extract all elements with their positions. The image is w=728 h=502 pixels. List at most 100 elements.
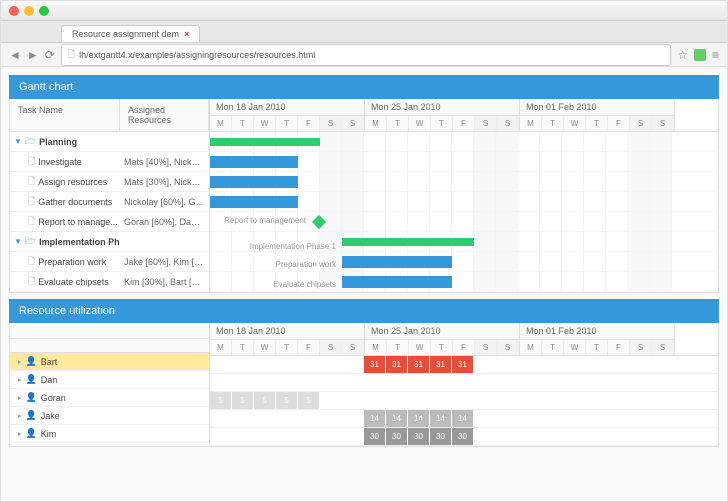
day-cell: M [365, 340, 387, 355]
gantt-bar[interactable]: Evaluate chipsets [342, 276, 452, 288]
resource-row[interactable]: ▸👤Bart [10, 353, 209, 371]
gantt-row[interactable] [210, 152, 718, 172]
col-resources[interactable]: Assigned Resources [120, 99, 209, 131]
util-cell [540, 392, 562, 409]
resource-row[interactable]: ▸👤Jake [10, 407, 209, 425]
gantt-bar[interactable] [210, 138, 320, 146]
task-row[interactable]: ▼🗁Planning [10, 132, 209, 152]
gantt-row[interactable]: Implementation Phase 1 [210, 232, 718, 252]
task-resources-cell: Nickolay [60%], Gora... [120, 197, 209, 207]
util-cell [320, 356, 342, 373]
expand-icon[interactable]: ▸ [18, 358, 22, 366]
util-cell [540, 374, 562, 391]
util-cell [386, 374, 408, 391]
util-cell [540, 356, 562, 373]
tab-close-icon[interactable]: × [184, 29, 189, 39]
back-icon[interactable]: ◄ [9, 48, 21, 62]
util-cell [584, 410, 606, 427]
gantt-row[interactable] [210, 172, 718, 192]
gantt-bar[interactable] [210, 176, 298, 188]
task-resources-cell: Mats [30%], Nickolay ... [120, 177, 209, 187]
person-icon: 👤 [26, 374, 37, 385]
day-cell: S [320, 116, 342, 131]
browser-tab[interactable]: Resource assignment dem × [61, 25, 200, 42]
task-name-cell: 🗋Evaluate chipsets [10, 274, 120, 290]
minimize-icon[interactable] [24, 6, 34, 16]
week-group: Mon 25 Jan 2010MTWTFSS [365, 99, 520, 131]
util-cell [474, 410, 496, 427]
task-row[interactable]: 🗋Assign resourcesMats [30%], Nickolay ..… [10, 172, 209, 192]
util-cells-row: 1414141414 [210, 410, 718, 428]
resource-row[interactable]: ▸👤Goran [10, 389, 209, 407]
close-icon[interactable] [9, 6, 19, 16]
resource-row[interactable]: ▸👤Kim [10, 425, 209, 443]
util-cell [518, 374, 540, 391]
extension-icon[interactable] [694, 49, 706, 61]
menu-icon[interactable]: ≡ [712, 48, 719, 62]
maximize-icon[interactable] [39, 6, 49, 16]
expand-icon[interactable]: ▼ [14, 237, 22, 246]
week-label: Mon 18 Jan 2010 [210, 323, 364, 340]
util-cells-row: 3030303030 [210, 428, 718, 446]
url-text: lh/extgantt4.x/examples/assigningresourc… [79, 50, 315, 60]
util-cells-row: 55555 [210, 392, 718, 410]
day-cell: M [210, 116, 232, 131]
util-cell [276, 374, 298, 391]
expand-icon[interactable]: ▸ [18, 394, 22, 402]
person-icon: 👤 [26, 428, 37, 439]
gantt-bar[interactable]: Implementation Phase 1 [342, 238, 474, 246]
expand-icon[interactable]: ▸ [18, 376, 22, 384]
day-cell: S [630, 116, 652, 131]
day-cell: S [630, 340, 652, 355]
gantt-row[interactable] [210, 192, 718, 212]
task-resources-cell: Jake [60%], Kim [50%... [120, 257, 209, 267]
milestone-icon[interactable] [312, 215, 326, 229]
week-label: Mon 25 Jan 2010 [365, 99, 519, 116]
url-input[interactable]: 🗋 lh/extgantt4.x/examples/assigningresou… [61, 44, 671, 66]
task-row[interactable]: 🗋Gather documentsNickolay [60%], Gora... [10, 192, 209, 212]
gantt-bar[interactable] [210, 156, 298, 168]
expand-icon[interactable]: ▸ [18, 412, 22, 420]
util-timeline-header: Mon 18 Jan 2010MTWTFSSMon 25 Jan 2010MTW… [210, 323, 718, 356]
util-cell [518, 410, 540, 427]
task-row[interactable]: 🗋Evaluate chipsetsKim [30%], Bart [50... [10, 272, 209, 292]
day-cell: S [475, 340, 497, 355]
page-content: Gantt chart Task Name Assigned Resources… [1, 67, 727, 501]
gantt-row[interactable]: Preparation work [210, 252, 718, 272]
gantt-row[interactable]: Evaluate chipsets [210, 272, 718, 292]
grid-header: Task Name Assigned Resources [10, 99, 209, 132]
gantt-panel-body: Task Name Assigned Resources ▼🗁Planning🗋… [9, 99, 719, 293]
gantt-area[interactable]: Report to management Implementation Phase… [210, 132, 718, 292]
gantt-bar[interactable] [210, 196, 298, 208]
util-cell [276, 428, 298, 445]
bar-label: Implementation Phase 1 [250, 242, 336, 251]
star-icon[interactable]: ☆ [677, 48, 688, 62]
gantt-row[interactable]: Report to management [210, 212, 718, 232]
util-cell [628, 392, 650, 409]
util-cell [540, 428, 562, 445]
task-row[interactable]: ▼🗁Implementation Ph... [10, 232, 209, 252]
gantt-panel-header: Gantt chart [9, 75, 719, 99]
expand-icon[interactable]: ▸ [18, 430, 22, 438]
day-cell: T [232, 340, 254, 355]
task-name-cell: 🗋Preparation work [10, 254, 120, 270]
util-cells-row [210, 374, 718, 392]
util-cell: 30 [430, 428, 452, 445]
reload-icon[interactable]: ⟳ [45, 48, 55, 62]
resource-row[interactable]: ▸👤Dan [10, 371, 209, 389]
day-cell: M [520, 340, 542, 355]
task-row[interactable]: 🗋Preparation workJake [60%], Kim [50%... [10, 252, 209, 272]
util-cell [232, 410, 254, 427]
util-cell [342, 392, 364, 409]
task-row[interactable]: 🗋Report to manage...Goran [60%], Dan [3.… [10, 212, 209, 232]
util-cells-row: 3131313131 [210, 356, 718, 374]
forward-icon[interactable]: ► [27, 48, 39, 62]
gantt-row[interactable] [210, 132, 718, 152]
expand-icon[interactable]: ▼ [14, 137, 22, 146]
day-cell: W [564, 116, 586, 131]
col-task-name[interactable]: Task Name [10, 99, 120, 131]
gantt-bar[interactable]: Preparation work [342, 256, 452, 268]
task-name-cell: 🗋Investigate [10, 154, 120, 170]
task-row[interactable]: 🗋InvestigateMats [40%], Nickolay ... [10, 152, 209, 172]
util-cell [584, 356, 606, 373]
